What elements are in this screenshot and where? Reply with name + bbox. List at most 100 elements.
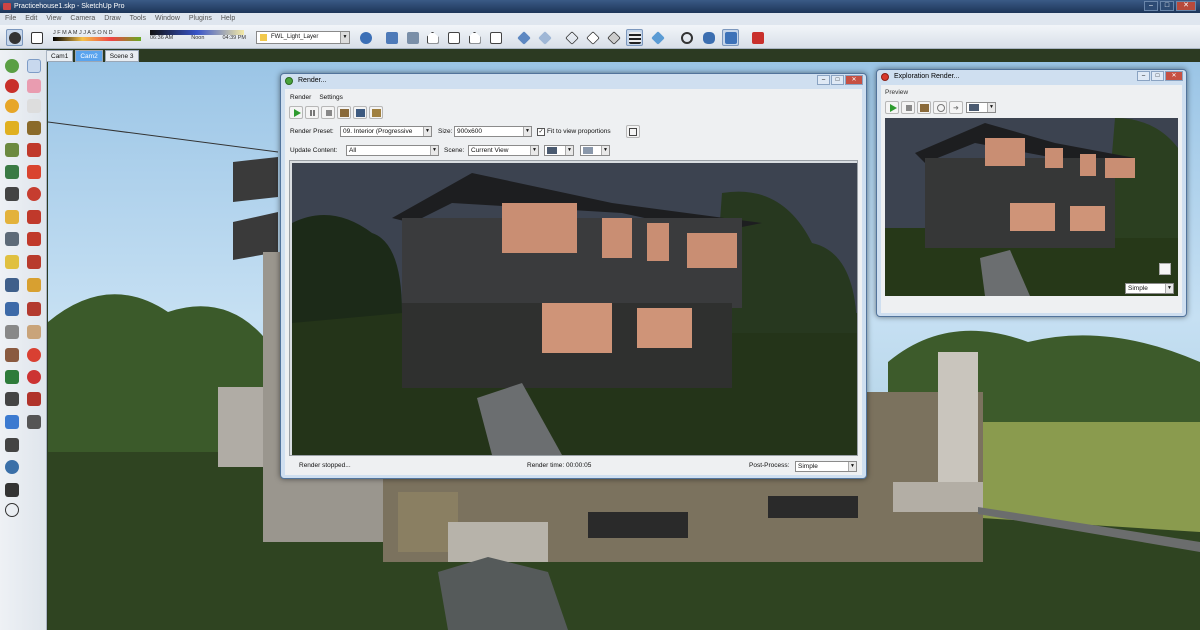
- shadow-time-slider[interactable]: 06:36 AM Noon 04:39 PM: [150, 30, 246, 44]
- tool-pencil-icon[interactable]: [5, 121, 19, 135]
- exploration-refresh-button[interactable]: ➜: [949, 101, 963, 114]
- shadow-settings-button[interactable]: [6, 29, 23, 46]
- front-view-button[interactable]: [424, 29, 441, 46]
- exploration-play-button[interactable]: [885, 101, 899, 114]
- tool-lookaround-icon[interactable]: [5, 415, 19, 429]
- exploration-settings-button[interactable]: [933, 101, 947, 114]
- tool-sandbox-icon[interactable]: [27, 415, 41, 429]
- tool-pan-icon[interactable]: [27, 325, 41, 339]
- tool-dimension-icon[interactable]: [5, 255, 19, 269]
- scene-tab-cam2[interactable]: Cam2: [75, 50, 103, 62]
- tool-zoom-icon[interactable]: [5, 348, 19, 362]
- tool-move-icon[interactable]: [27, 165, 41, 179]
- tool-section-icon[interactable]: [27, 302, 41, 316]
- exploration-minimize-button[interactable]: –: [1137, 71, 1150, 81]
- menu-edit[interactable]: Edit: [25, 13, 37, 25]
- tool-select-icon[interactable]: [27, 59, 41, 73]
- shadow-date-slider[interactable]: J F M A M J J A S O N D: [53, 30, 147, 44]
- tool-rectangle-icon[interactable]: [5, 143, 19, 157]
- layer-manager-button[interactable]: [357, 29, 374, 46]
- exploration-maximize-button[interactable]: □: [1151, 71, 1164, 81]
- update-content-select[interactable]: All ▼: [346, 145, 439, 156]
- tool-eraser-icon[interactable]: [27, 79, 41, 93]
- tool-orbit-icon[interactable]: [5, 325, 19, 339]
- tool-offset-icon[interactable]: [5, 232, 19, 246]
- exploration-save-button[interactable]: [917, 101, 931, 114]
- tool-footprints-icon[interactable]: [5, 483, 19, 497]
- render-pause-button[interactable]: [305, 106, 319, 119]
- tool-zoom-window-icon[interactable]: [27, 348, 41, 362]
- render-maximize-button[interactable]: □: [831, 75, 844, 85]
- render-stop-button[interactable]: [321, 106, 335, 119]
- tool-pushpull-icon[interactable]: [5, 187, 19, 201]
- tool-circle-icon[interactable]: [27, 143, 41, 157]
- xray-button[interactable]: [515, 29, 532, 46]
- tool-3dtext-icon[interactable]: [5, 302, 19, 316]
- tool-tape-icon[interactable]: [27, 232, 41, 246]
- tool-scale-icon[interactable]: [27, 210, 41, 224]
- left-view-button[interactable]: [487, 29, 504, 46]
- shaded-textures-button[interactable]: [626, 29, 643, 46]
- previous-view-button[interactable]: [722, 29, 739, 46]
- wireframe-button[interactable]: [563, 29, 580, 46]
- size-select[interactable]: 900x600 ▼: [454, 126, 532, 137]
- iso-view-button[interactable]: [383, 29, 400, 46]
- maximize-button[interactable]: □: [1160, 1, 1174, 11]
- right-view-button[interactable]: [445, 29, 462, 46]
- top-view-button[interactable]: [404, 29, 421, 46]
- tool-text-icon[interactable]: [5, 278, 19, 292]
- camera-select[interactable]: ▼: [544, 145, 574, 156]
- menu-plugins[interactable]: Plugins: [189, 13, 212, 25]
- postprocess-select[interactable]: Simple ▼: [795, 461, 857, 472]
- scene-tab-cam1[interactable]: Cam1: [46, 50, 74, 62]
- shaded-button[interactable]: [605, 29, 622, 46]
- environment-select[interactable]: ▼: [580, 145, 610, 156]
- menu-tools[interactable]: Tools: [130, 13, 146, 25]
- tool-followme-icon[interactable]: [5, 210, 19, 224]
- tool-zoom-extents-icon[interactable]: [27, 370, 41, 384]
- monochrome-button[interactable]: [649, 29, 666, 46]
- render-menu-render[interactable]: Render: [290, 92, 311, 103]
- back-view-button[interactable]: [466, 29, 483, 46]
- tool-walk-icon[interactable]: [27, 392, 41, 406]
- layer-select[interactable]: FWL_Light_Layer ▼: [256, 31, 350, 44]
- render-preset-select[interactable]: 09. Interior (Progressive ▼: [340, 126, 432, 137]
- tool-previous-icon[interactable]: [5, 370, 19, 384]
- render-plugin-button[interactable]: [749, 29, 766, 46]
- render-close-button[interactable]: ✕: [845, 75, 863, 85]
- menu-window[interactable]: Window: [155, 13, 180, 25]
- hidden-line-button[interactable]: [584, 29, 601, 46]
- back-edges-button[interactable]: [536, 29, 553, 46]
- render-menu-settings[interactable]: Settings: [319, 92, 343, 103]
- exploration-mode-select[interactable]: Simple ▼: [1125, 283, 1174, 294]
- scene-select[interactable]: Current View ▼: [468, 145, 539, 156]
- tool-component-icon[interactable]: [5, 79, 19, 93]
- zoom-extents-button[interactable]: [700, 29, 717, 46]
- menu-file[interactable]: File: [5, 13, 16, 25]
- tool-position-camera-icon[interactable]: [5, 392, 19, 406]
- tool-paint-icon[interactable]: [5, 99, 19, 113]
- menu-help[interactable]: Help: [221, 13, 235, 25]
- exploration-stop-button[interactable]: [901, 101, 915, 114]
- tool-axes-icon[interactable]: [27, 278, 41, 292]
- export-icon[interactable]: [1159, 263, 1171, 275]
- tool-protractor-icon[interactable]: [27, 255, 41, 269]
- minimize-button[interactable]: –: [1144, 1, 1158, 11]
- tool-line-icon[interactable]: [27, 99, 41, 113]
- menu-camera[interactable]: Camera: [70, 13, 95, 25]
- preview-tab[interactable]: Preview: [885, 87, 908, 98]
- tool-search-icon[interactable]: [5, 460, 19, 474]
- exploration-close-button[interactable]: ✕: [1165, 71, 1183, 81]
- fit-proportions-button[interactable]: [626, 125, 640, 138]
- render-copy-button[interactable]: [353, 106, 367, 119]
- exploration-camera-select[interactable]: ▼: [966, 102, 996, 113]
- tool-target-icon[interactable]: [5, 503, 19, 517]
- render-start-button[interactable]: [289, 106, 303, 119]
- tool-polygon-icon[interactable]: [5, 165, 19, 179]
- tool-arc-icon[interactable]: [27, 121, 41, 135]
- render-minimize-button[interactable]: –: [817, 75, 830, 85]
- close-button[interactable]: ✕: [1176, 1, 1196, 11]
- menu-view[interactable]: View: [46, 13, 61, 25]
- tool-cross-icon[interactable]: [5, 438, 19, 452]
- menu-draw[interactable]: Draw: [104, 13, 120, 25]
